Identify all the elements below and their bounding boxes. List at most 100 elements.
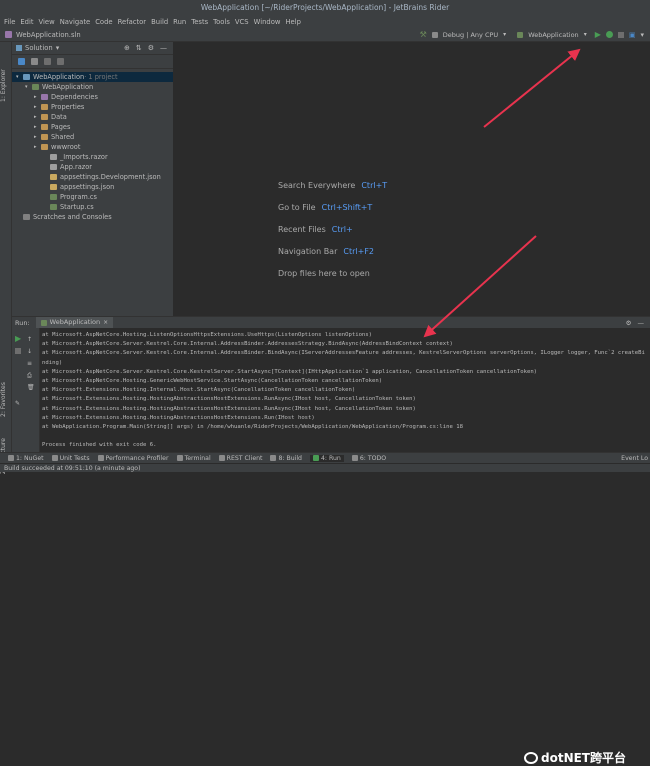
explorer-tab[interactable]: 1: Explorer [0,58,12,114]
bottom-tab[interactable]: 8: Build [270,455,302,462]
tree-item-label: appsettings.Development.json [60,173,161,181]
tree-item[interactable]: ▸ Properties [12,102,173,112]
bottom-tab-label: REST Client [226,454,263,462]
run-tab[interactable]: WebApplication × [35,317,114,328]
tree-item[interactable]: Startup.cs [12,202,173,212]
configuration-select[interactable]: Debug | Any CPU [443,31,498,39]
print-icon[interactable]: ⎙ [27,372,32,380]
file-type-icon [41,124,48,130]
bottom-tab[interactable]: 4: Run [310,454,344,462]
more-options-icon[interactable]: ▾ [640,31,644,39]
tree-item[interactable]: ▸ Data [12,112,173,122]
file-type-icon [50,164,57,170]
coverage-icon[interactable]: ▣ [629,31,636,39]
expand-arrow-icon[interactable]: ▸ [34,112,41,122]
pin-icon[interactable]: ✎ [15,400,20,407]
left-tool-strip: 1: Explorer 2: Favorites Z: Structure [0,42,12,474]
minimize-icon[interactable]: — [160,44,167,52]
menu-item-tools[interactable]: Tools [213,18,230,26]
stop-button[interactable] [15,348,21,354]
solution-icon [16,45,22,51]
tree-item[interactable]: Program.cs [12,192,173,202]
expand-arrow-icon[interactable]: ▸ [34,92,41,102]
editor-hint-shortcut: Ctrl+Shift+T [321,203,373,212]
editor-hint-text: Go to File [278,203,316,212]
tree-item[interactable]: appsettings.json [12,182,173,192]
scroll-down-icon[interactable]: ↓ [27,348,32,355]
expand-arrow-icon[interactable]: ▸ [34,102,41,112]
expand-arrow-icon[interactable]: ▸ [34,122,41,132]
soft-wrap-icon[interactable]: ≡ [27,360,32,367]
target-icon[interactable]: ⊕ [124,44,130,52]
tree-item[interactable]: ▸ wwwroot [12,142,173,152]
tree-item[interactable]: Scratches and Consoles [12,212,173,222]
favorites-tab[interactable]: 2: Favorites [0,380,12,420]
solution-toolbar [12,55,173,69]
menu-item-refactor[interactable]: Refactor [118,18,147,26]
bottom-tab[interactable]: 6: TODO [351,455,386,462]
menu-item-build[interactable]: Build [151,18,168,26]
menu-item-edit[interactable]: Edit [20,18,33,26]
build-hammer-icon[interactable]: ⚒ [420,30,427,39]
solution-title[interactable]: Solution [25,44,53,52]
bottom-tab[interactable]: Terminal [176,455,211,462]
show-all-files-icon[interactable] [18,58,25,65]
tree-item[interactable]: ▾ WebApplication · 1 project [12,72,173,82]
editor-hint-shortcut: Ctrl+ [331,225,353,234]
bottom-tab[interactable]: Unit Tests [51,455,90,462]
minimize-icon[interactable]: — [638,319,645,327]
solution-tree: ▾ WebApplication · 1 project ▾ WebApplicati… [12,69,173,222]
file-icon[interactable] [31,58,38,65]
run-button[interactable]: ▶ [595,30,601,39]
tree-item[interactable]: _Imports.razor [12,152,173,162]
trash-icon[interactable]: 🗑 [27,384,35,391]
expand-arrow-icon[interactable]: ▸ [34,132,41,142]
bottom-tab[interactable]: 1: NuGet [8,455,44,462]
menu-item-file[interactable]: File [4,18,15,26]
bottom-tab-label: 4: Run [321,454,341,462]
bottom-tab[interactable]: REST Client [218,454,263,462]
tree-item-label: Shared [51,133,75,141]
watermark-text: dotNET跨平台 [541,751,626,765]
menu-item-navigate[interactable]: Navigate [60,18,91,26]
tree-item[interactable]: ▸ Dependencies [12,92,173,102]
tab-icon [270,455,277,461]
menu-item-view[interactable]: View [39,18,55,26]
editor-empty-area: Search Everywhere Ctrl+T Go to File Ctrl+Sh… [173,42,650,316]
breadcrumb[interactable]: WebApplication.sln [16,31,81,39]
rerun-button[interactable]: ▶ [15,334,21,343]
expand-arrow-icon[interactable]: ▾ [16,72,23,82]
expand-arrow-icon[interactable]: ▸ [34,142,41,152]
close-icon[interactable]: × [103,317,108,328]
editor-hint: Search Everywhere Ctrl+T [278,181,387,190]
code-icon[interactable] [44,58,51,65]
menu-item-code[interactable]: Code [95,18,112,26]
collapse-icon[interactable]: ⇅ [136,44,142,52]
menu-item-run[interactable]: Run [173,18,186,26]
tree-item[interactable]: App.razor [12,162,173,172]
tab-icon [218,455,225,461]
scroll-up-icon[interactable]: ↑ [27,336,32,343]
grid-icon[interactable] [57,58,64,65]
bottom-tab[interactable]: Performance Profiler [97,455,169,462]
stop-button[interactable] [617,31,624,38]
tree-item[interactable]: ▾ WebApplication [12,82,173,92]
tree-item-label: appsettings.json [60,183,115,191]
menu-item-help[interactable]: Help [285,18,301,26]
menu-item-tests[interactable]: Tests [191,18,208,26]
gear-icon[interactable]: ⚙ [148,44,154,52]
tree-item[interactable]: ▸ Pages [12,122,173,132]
menu-item-window[interactable]: Window [254,18,281,26]
tree-item-label: WebApplication [42,83,94,91]
debug-bug-icon[interactable] [605,31,613,38]
file-type-icon [23,214,30,220]
console-line: at Microsoft.AspNetCore.Server.Kestrel.C… [42,341,453,348]
run-target-select[interactable]: WebApplication [528,31,579,39]
gear-icon[interactable]: ⚙ [626,319,632,327]
tree-item[interactable]: ▸ Shared [12,132,173,142]
tree-item-label: _Imports.razor [60,153,108,161]
expand-arrow-icon[interactable]: ▾ [25,82,32,92]
tree-item[interactable]: appsettings.Development.json [12,172,173,182]
event-log-tab[interactable]: Event Lo [621,455,650,462]
menu-item-vcs[interactable]: VCS [235,18,249,26]
